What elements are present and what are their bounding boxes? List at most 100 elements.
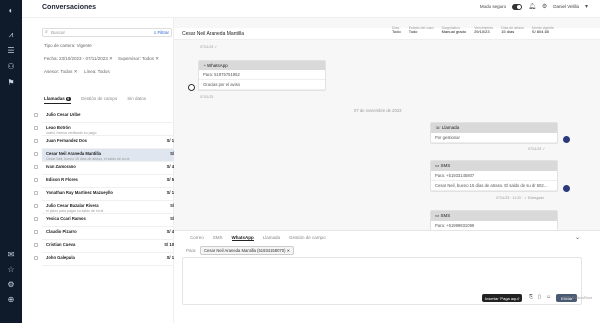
message-date: 07/11/23 ✓	[528, 147, 546, 151]
filter-linea[interactable]: Línea: Todos	[84, 69, 110, 74]
meta-value: Todo	[392, 29, 401, 34]
recipient-chip-text: Cesar Neil Araneda Mantilla (51934158070…	[204, 248, 286, 253]
chart-icon[interactable]: ⩘	[6, 30, 16, 40]
list-item[interactable]: Cesar Neil Araneda MantillaS/ 804.65Cesa…	[34, 149, 192, 162]
recipient-chip[interactable]: Cesar Neil Araneda Mantilla (51934158070…	[200, 246, 295, 255]
search-icon: ⌕	[45, 29, 48, 35]
row-checkbox[interactable]	[34, 204, 38, 208]
list-item[interactable]: Juan Fernandez DosS/ 1,750.8507/11/23	[34, 136, 192, 149]
search-placeholder: Buscar	[51, 30, 66, 35]
row-checkbox[interactable]	[34, 217, 38, 221]
bell-icon[interactable]: 🔔︎	[528, 3, 536, 10]
meta-value: 15 días	[501, 29, 515, 34]
list-item[interactable]: Yesica Ccari RamosS/ 867.3707/11/23	[34, 214, 192, 227]
compose-tab[interactable]: Llamada	[263, 235, 280, 241]
avatar	[563, 136, 570, 143]
contact-name: Yesica Ccari Ramos	[46, 216, 86, 221]
phone-icon: ☏	[435, 125, 441, 130]
chat-header: Cesar Neil Araneda Mantilla Días Todo Esta…	[174, 26, 600, 40]
message-status: 07/11/23 · 11:20 · ✓ Entregado	[496, 196, 545, 200]
list-item[interactable]: Julio Cesar Bazalar RiveraS/ 804.65el pl…	[34, 201, 192, 214]
message-preview: Cesar Neil, bueno 15 días de atraso, el …	[46, 157, 130, 161]
recipient-label: Para	[186, 248, 196, 253]
chat-icon[interactable]: ✉	[6, 250, 16, 260]
mode-toggle[interactable]	[512, 3, 523, 10]
search-input[interactable]: ⌕ Buscar ≡ Filtrar	[42, 28, 172, 37]
list-item[interactable]: Yonathan Ray Martinez MazueylloS/ 1,525.…	[34, 188, 192, 201]
contact-name: Edison R Flores	[46, 177, 78, 182]
tab-llamadas[interactable]: Llamadas 9	[44, 96, 71, 104]
meta-field: Vencimiento 29/10/23	[474, 26, 493, 34]
row-checkbox[interactable]	[34, 139, 38, 143]
contact-name: Cesar Neil Araneda Mantilla	[182, 31, 244, 37]
meta-value: Manual grado	[441, 29, 467, 34]
row-checkbox[interactable]	[34, 126, 38, 130]
compose-tab[interactable]: WhatsApp	[231, 235, 254, 241]
filter-asesor[interactable]: Asesor: Todos ✕	[44, 69, 77, 75]
meta-field: Días Todo	[392, 26, 401, 34]
row-checkbox[interactable]	[34, 165, 38, 169]
chat-panel: Cesar Neil Araneda Mantilla Días Todo Esta…	[174, 18, 600, 323]
sms-message: ▭ SMS Para: +51999831099	[430, 210, 558, 232]
users-icon[interactable]: ⚇	[6, 62, 16, 72]
message-body: Gracias por el aviso	[199, 80, 325, 90]
flag-icon[interactable]: ⚑	[6, 78, 16, 88]
tab-count-badge: 9	[65, 97, 71, 101]
list-item[interactable]: Julio Cesar Uribe07/11/23	[34, 110, 192, 123]
filter-fecha[interactable]: Fecha: 23/10/2023 - 07/11/2023 ✕	[44, 56, 113, 62]
insert-template-button[interactable]: Insertar 'Paga aquí'	[482, 294, 523, 302]
chevron-down-icon[interactable]: ▾	[585, 3, 588, 10]
compose-tab[interactable]: SMS	[213, 235, 223, 241]
mobile-icon[interactable]: ▯	[538, 294, 541, 300]
row-checkbox[interactable]	[34, 256, 38, 260]
tab-gestion-campo[interactable]: Gestión de campo	[81, 96, 118, 104]
row-checkbox[interactable]	[34, 243, 38, 247]
contact-meta: Días Todo Estado del caso Todo Diagnóstico Ma…	[392, 26, 554, 34]
list-item[interactable]: Edison R FloresS/ 5,586.3407/11/23	[34, 175, 192, 188]
list-item[interactable]: John GalepulaS/ 1,198.3407/11/23	[34, 253, 192, 266]
tab-sin-datos[interactable]: Sin datos	[127, 96, 146, 104]
contact-name: Cesar Neil Araneda Mantilla	[46, 151, 101, 156]
message-date: 07/11/23	[200, 95, 214, 99]
settings-icon[interactable]: ⚙	[6, 280, 16, 290]
filter-button[interactable]: ≡ Filtrar	[154, 29, 169, 36]
list-item[interactable]: Leao Botrón usted, hemos verificado su pa…	[34, 123, 192, 136]
list-icon[interactable]: ☰	[6, 46, 16, 56]
sms-title: SMS	[440, 163, 451, 168]
top-bar: Conversaciones Modo seguro 🔔︎ ⚙ Daniel V…	[22, 0, 600, 18]
whatsapp-message: ◔ WhatsApp Para: 51975751962 Gracias por…	[198, 60, 326, 91]
contact-name: Julio Cesar Bazalar Rivera	[46, 203, 99, 208]
filter-supervisor[interactable]: Supervisor: Todos ✕	[118, 56, 159, 62]
contact-name: Juan Fernandez Dos	[46, 138, 87, 143]
contact-name: Julio Cesar Uribe	[46, 112, 81, 117]
list-item[interactable]: Ivan ZamoranoS/ 4,586.3407/11/23	[34, 162, 192, 175]
message-preview: el plazo para pagar su saldo de mi al	[46, 209, 104, 213]
user-name[interactable]: Daniel Velilla	[553, 4, 579, 9]
list-item[interactable]: Claudio PizarroS/ 4,960.3407/11/23	[34, 227, 192, 240]
row-checkbox[interactable]	[34, 230, 38, 234]
compose-tab[interactable]: Gestión de campo	[289, 235, 326, 241]
avatar	[188, 84, 195, 91]
emoji-icon[interactable]: ☺	[546, 294, 551, 300]
message-date: 07/11/23 ✓	[200, 45, 218, 49]
contact-name: Leao Botrón	[46, 125, 71, 130]
list-tabs: Llamadas 9 Gestión de campo Sin datos	[44, 96, 146, 104]
row-checkbox[interactable]	[34, 191, 38, 195]
row-checkbox[interactable]	[34, 113, 38, 117]
attach-icon[interactable]: ⎘	[529, 294, 533, 300]
compose-tab[interactable]: Correo	[190, 235, 204, 241]
filter-cartera[interactable]: Tipo de cartera: Vigente	[44, 43, 92, 48]
page-title: Conversaciones	[42, 4, 97, 11]
filter-fecha-text: Fecha: 23/10/2023 - 07/11/2023	[44, 56, 108, 61]
row-checkbox[interactable]	[34, 178, 38, 182]
star-icon[interactable]: ☆	[6, 265, 16, 275]
globe-icon[interactable]: ⊕	[6, 295, 16, 305]
compose-tabs: Correo SMS WhatsApp Llamada Gestión de campo	[190, 235, 326, 241]
settings-icon[interactable]: ⚙	[542, 3, 547, 10]
avatar	[563, 185, 570, 192]
tab-llamadas-label: Llamadas	[44, 96, 65, 101]
list-item[interactable]: Cristian CuevaS/ 10,703.5407/11/23	[34, 240, 192, 253]
row-checkbox[interactable]	[34, 152, 38, 156]
mode-label: Modo seguro	[479, 4, 507, 9]
chevron-down-icon[interactable]: ⌄	[575, 234, 580, 241]
